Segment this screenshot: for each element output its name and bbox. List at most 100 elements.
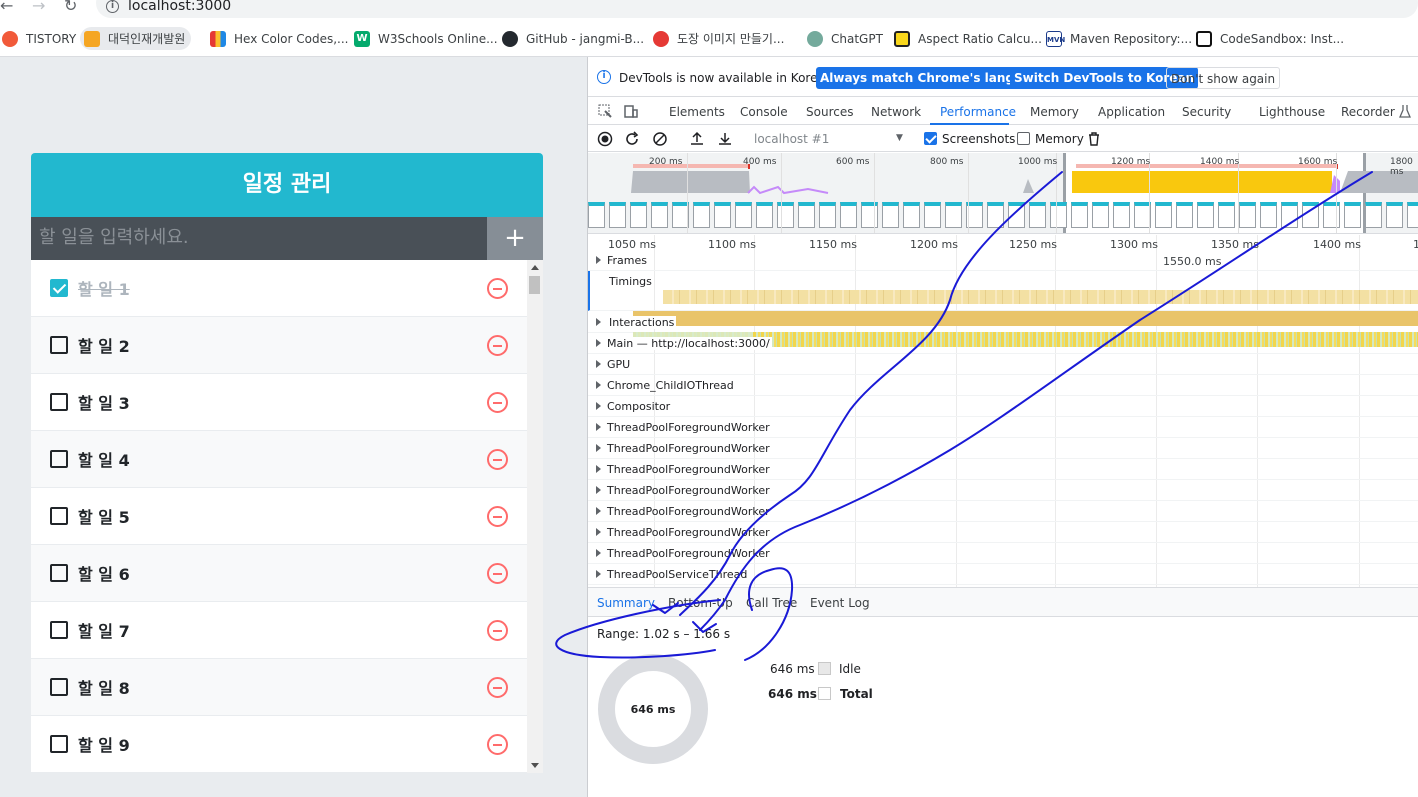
expand-triangle-icon[interactable] <box>596 360 601 368</box>
bookmark-ddit[interactable]: 대덕인재개발원 <box>80 27 192 50</box>
memory-checkbox[interactable] <box>1017 132 1030 145</box>
todo-text[interactable]: 할 일 6 <box>78 561 130 585</box>
tab-application[interactable]: Application <box>1098 105 1165 119</box>
screenshot-thumbnail[interactable] <box>630 202 647 228</box>
todo-text[interactable]: 할 일 4 <box>78 447 130 471</box>
screenshot-thumbnail[interactable] <box>777 202 794 228</box>
screenshot-thumbnail[interactable] <box>651 202 668 228</box>
expand-triangle-icon[interactable] <box>596 381 601 389</box>
track-row[interactable]: ThreadPoolForegroundWorker <box>588 522 1418 543</box>
remove-todo-icon[interactable] <box>487 449 508 470</box>
screenshot-thumbnail[interactable] <box>1050 202 1067 228</box>
screenshot-thumbnail[interactable] <box>1029 202 1046 228</box>
todo-text[interactable]: 할 일 7 <box>78 618 130 642</box>
bookmark-aspect-ratio[interactable]: Aspect Ratio Calcu... <box>894 27 1042 50</box>
screenshot-thumbnail[interactable] <box>756 202 773 228</box>
trash-icon[interactable] <box>1087 131 1101 147</box>
track-row[interactable]: ThreadPoolForegroundWorker <box>588 438 1418 459</box>
bookmark-tistory[interactable]: TISTORY <box>2 27 76 50</box>
clear-icon[interactable] <box>652 131 668 147</box>
tab-event-log[interactable]: Event Log <box>810 596 870 610</box>
expand-triangle-icon[interactable] <box>596 256 601 264</box>
todo-list-scrollbar[interactable] <box>527 260 543 773</box>
tab-lighthouse[interactable]: Lighthouse <box>1259 105 1325 119</box>
expand-triangle-icon[interactable] <box>596 339 601 347</box>
scrollbar-thumb[interactable] <box>529 276 540 294</box>
screenshot-thumbnail[interactable] <box>1176 202 1193 228</box>
screenshot-thumbnail[interactable] <box>1197 202 1214 228</box>
screenshot-thumbnail[interactable] <box>609 202 626 228</box>
screenshot-thumbnail[interactable] <box>714 202 731 228</box>
screenshot-thumbnail[interactable] <box>1365 202 1382 228</box>
scroll-down-icon[interactable] <box>531 763 539 768</box>
remove-todo-icon[interactable] <box>487 335 508 356</box>
remove-todo-icon[interactable] <box>487 563 508 584</box>
screenshot-thumbnail[interactable] <box>882 202 899 228</box>
screenshot-thumbnail[interactable] <box>1323 202 1340 228</box>
expand-triangle-icon[interactable] <box>596 444 601 452</box>
tab-call-tree[interactable]: Call Tree <box>746 596 797 610</box>
bookmark-w3schools[interactable]: W W3Schools Online... <box>354 27 498 50</box>
screenshot-thumbnail[interactable] <box>840 202 857 228</box>
screenshot-thumbnail[interactable] <box>1386 202 1403 228</box>
todo-text[interactable]: 할 일 8 <box>78 675 130 699</box>
screenshot-thumbnail[interactable] <box>1344 202 1361 228</box>
track-row[interactable]: ThreadPoolServiceThread <box>588 564 1418 585</box>
track-row[interactable]: ThreadPoolForegroundWorker <box>588 480 1418 501</box>
remove-todo-icon[interactable] <box>487 734 508 755</box>
bookmark-chatgpt[interactable]: ChatGPT <box>807 27 883 50</box>
reload-icon[interactable]: ↻ <box>64 0 77 15</box>
remove-todo-icon[interactable] <box>487 677 508 698</box>
timeline-overview[interactable]: 200 ms 400 ms 600 ms 800 ms 1000 ms 1200 ms 14… <box>588 153 1418 234</box>
dont-show-again-button[interactable]: Don't show again <box>1166 67 1281 89</box>
screenshot-thumbnail[interactable] <box>693 202 710 228</box>
expand-triangle-icon[interactable] <box>596 423 601 431</box>
reload-record-icon[interactable] <box>624 131 640 147</box>
todo-text[interactable]: 할 일 1 <box>78 276 130 300</box>
track-row[interactable]: Compositor <box>588 396 1418 417</box>
track-row[interactable]: ThreadPoolForegroundWorker <box>588 417 1418 438</box>
forward-icon[interactable]: → <box>32 0 45 15</box>
checkbox-icon[interactable] <box>50 678 68 696</box>
track-row[interactable]: GPU <box>588 354 1418 375</box>
site-info-icon[interactable]: i <box>106 0 119 13</box>
checkbox-icon[interactable] <box>50 450 68 468</box>
bookmark-github[interactable]: GitHub - jangmi-B... <box>502 27 644 50</box>
screenshot-thumbnail[interactable] <box>924 202 941 228</box>
checked-checkbox-icon[interactable] <box>50 279 68 297</box>
back-icon[interactable]: ← <box>0 0 13 15</box>
remove-todo-icon[interactable] <box>487 392 508 413</box>
checkbox-icon[interactable] <box>50 507 68 525</box>
record-icon[interactable] <box>597 131 613 147</box>
remove-todo-icon[interactable] <box>487 506 508 527</box>
checkbox-icon[interactable] <box>50 621 68 639</box>
add-todo-button[interactable]: + <box>487 217 543 260</box>
address-bar[interactable]: i localhost:3000 <box>96 0 1418 18</box>
tab-elements[interactable]: Elements <box>669 105 725 119</box>
target-select[interactable]: localhost #1 <box>754 132 829 146</box>
todo-text[interactable]: 할 일 3 <box>78 390 130 414</box>
screenshot-thumbnail[interactable] <box>903 202 920 228</box>
todo-input[interactable]: 할 일을 입력하세요. <box>31 217 487 260</box>
checkbox-icon[interactable] <box>50 735 68 753</box>
scroll-up-icon[interactable] <box>531 265 539 270</box>
todo-text[interactable]: 할 일 2 <box>78 333 130 357</box>
screenshot-thumbnail[interactable] <box>735 202 752 228</box>
screenshot-thumbnail[interactable] <box>1092 202 1109 228</box>
tab-memory[interactable]: Memory <box>1030 105 1079 119</box>
tab-summary[interactable]: Summary <box>597 596 655 610</box>
bookmark-hex-colors[interactable]: Hex Color Codes,... <box>210 27 349 50</box>
track-row[interactable]: ThreadPoolForegroundWorker <box>588 501 1418 522</box>
tab-sources[interactable]: Sources <box>806 105 853 119</box>
expand-triangle-icon[interactable] <box>596 570 601 578</box>
expand-triangle-icon[interactable] <box>596 402 601 410</box>
tab-security[interactable]: Security <box>1182 105 1231 119</box>
tab-console[interactable]: Console <box>740 105 788 119</box>
screenshot-thumbnail[interactable] <box>819 202 836 228</box>
screenshot-thumbnail[interactable] <box>1407 202 1418 228</box>
remove-todo-icon[interactable] <box>487 620 508 641</box>
screenshot-thumbnail[interactable] <box>1260 202 1277 228</box>
checkbox-icon[interactable] <box>50 393 68 411</box>
expand-triangle-icon[interactable] <box>596 318 601 326</box>
track-row[interactable]: Chrome_ChildIOThread <box>588 375 1418 396</box>
